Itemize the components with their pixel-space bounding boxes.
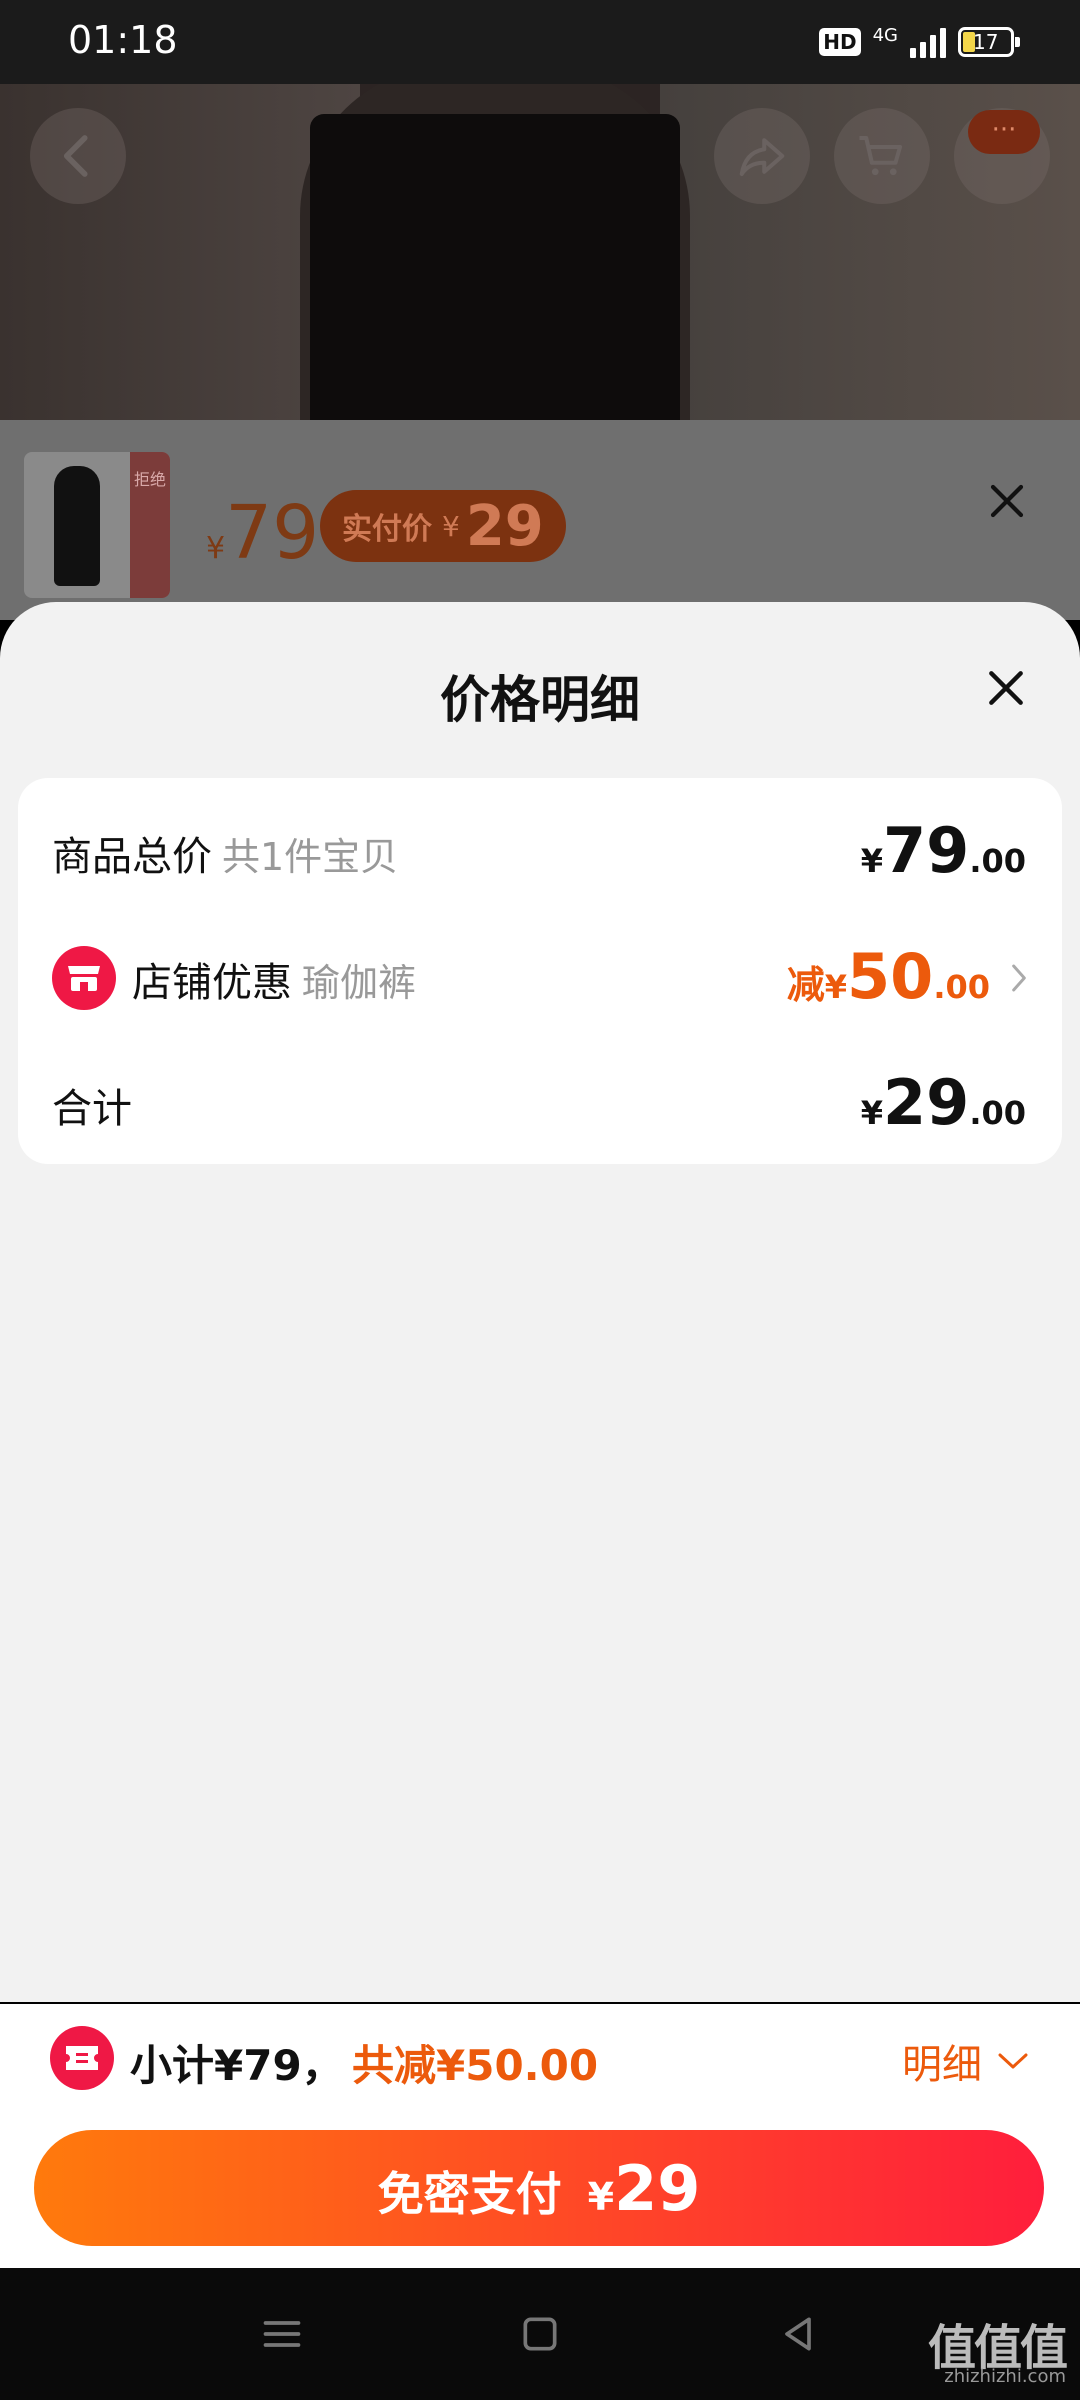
actual-pay-badge: 实付价 ¥ 29 bbox=[320, 490, 566, 562]
sheet-title: 价格明细 bbox=[440, 671, 640, 729]
coupon-icon bbox=[50, 2026, 114, 2090]
pay-button-label: 免密支付 bbox=[377, 2167, 562, 2221]
status-icons: HD 4G 17 bbox=[819, 24, 1020, 60]
goods-total-label: 商品总价 bbox=[52, 834, 212, 880]
watermark-site: zhizhizhi.com bbox=[944, 2366, 1066, 2387]
shop-icon bbox=[52, 946, 116, 1010]
total-label: 合计 bbox=[52, 1086, 132, 1132]
subtotal-text: 小计¥79， bbox=[130, 2041, 344, 2090]
goods-total-amount: ¥79.00 bbox=[860, 814, 1026, 887]
shop-discount-row[interactable]: 店铺优惠 瑜伽裤 减 ¥50.00 bbox=[18, 918, 1062, 1038]
battery-level: 17 bbox=[973, 30, 999, 54]
status-bar: 01:18 HD 4G 17 bbox=[0, 0, 1080, 84]
product-summary-row: 拒绝 ¥ 79 实付价 ¥ 29 bbox=[0, 420, 1080, 620]
status-time: 01:18 bbox=[68, 18, 178, 62]
total-amount: ¥29.00 bbox=[860, 1066, 1026, 1139]
back-triangle-icon[interactable] bbox=[776, 2312, 820, 2356]
share-button[interactable] bbox=[714, 108, 810, 204]
product-image-background: ··· bbox=[0, 84, 1080, 420]
system-navigation-bar: 值值值 zhizhizhi.com bbox=[0, 2268, 1080, 2400]
signal-icon bbox=[910, 26, 946, 58]
home-icon[interactable] bbox=[518, 2312, 562, 2356]
cart-icon bbox=[859, 135, 903, 176]
saved-amount-text: 共减¥50.00 bbox=[352, 2041, 599, 2090]
network-type-label: 4G bbox=[872, 24, 898, 46]
checkout-footer: 小计¥79， 共减¥50.00 明细 免密支付 ¥ 29 bbox=[0, 2004, 1080, 2268]
shop-discount-item: 瑜伽裤 bbox=[302, 961, 417, 1005]
battery-icon: 17 bbox=[958, 27, 1020, 57]
share-icon bbox=[739, 138, 785, 177]
chevron-down-icon bbox=[998, 2053, 1028, 2069]
total-row: 合计 ¥29.00 bbox=[18, 1044, 1062, 1164]
price-detail-sheet: 价格明细 商品总价共1件宝贝 ¥79.00 店铺优惠瑜伽裤 减¥50.00 bbox=[0, 602, 1080, 2002]
detail-label: 明细 bbox=[902, 2042, 982, 2088]
thumbnail-tag: 拒绝 bbox=[133, 470, 166, 489]
sheet-close-button[interactable] bbox=[984, 666, 1028, 710]
more-dots-icon: ··· bbox=[968, 110, 1040, 154]
pay-button-amount: 29 bbox=[614, 2152, 701, 2225]
back-button[interactable] bbox=[30, 108, 126, 204]
goods-count: 共1件宝贝 bbox=[222, 835, 399, 879]
product-thumbnail: 拒绝 bbox=[24, 452, 170, 598]
price-detail-card: 商品总价 共1件宝贝 ¥79.00 店铺优惠 瑜伽裤 减 ¥50.00 合计 ¥… bbox=[18, 778, 1062, 1164]
close-icon[interactable] bbox=[986, 480, 1028, 522]
product-price: ¥ 79 bbox=[206, 490, 320, 576]
detail-toggle[interactable]: 明细 bbox=[902, 2032, 1030, 2090]
cart-button[interactable] bbox=[834, 108, 930, 204]
menu-icon[interactable] bbox=[260, 2312, 304, 2356]
chevron-right-icon bbox=[1012, 964, 1026, 992]
goods-total-row: 商品总价 共1件宝贝 ¥79.00 bbox=[18, 792, 1062, 912]
hd-icon: HD bbox=[819, 28, 861, 56]
back-arrow-icon bbox=[63, 135, 88, 177]
shop-discount-label: 店铺优惠 bbox=[132, 960, 292, 1006]
shop-discount-amount: 减 ¥50.00 bbox=[786, 940, 990, 1013]
password-free-pay-button[interactable]: 免密支付 ¥ 29 bbox=[34, 2130, 1044, 2246]
